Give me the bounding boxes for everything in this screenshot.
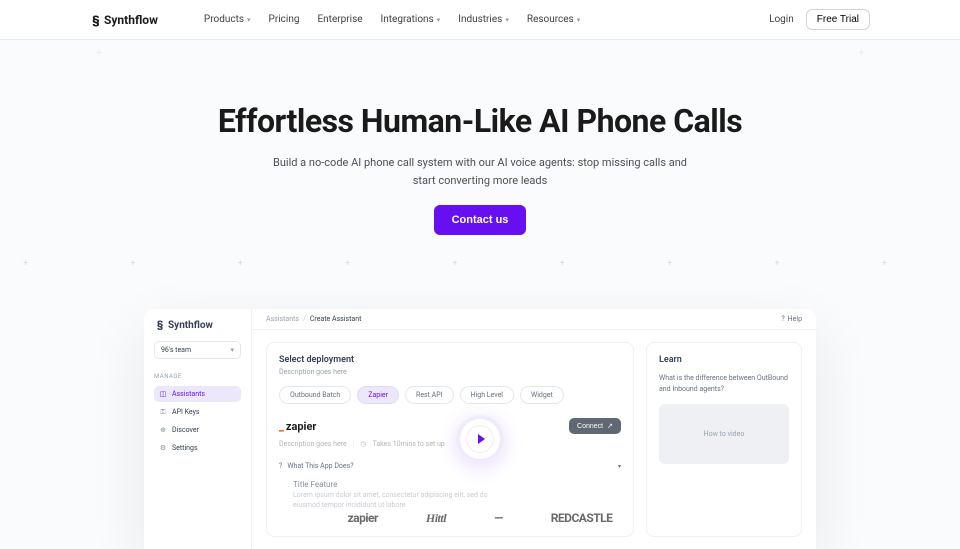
chevron-down-icon: ▾: [247, 16, 251, 24]
logo-mark-icon: §: [90, 14, 102, 26]
chevron-down-icon: ▾: [577, 16, 581, 24]
chevron-down-icon: ▾: [505, 16, 509, 24]
key-icon: ⚿: [159, 408, 167, 416]
nav-item-pricing[interactable]: Pricing: [269, 14, 300, 25]
deployment-pills: Outbound Batch Zapier Rest API High Leve…: [279, 386, 621, 404]
feature-title: Title Feature: [293, 480, 621, 489]
nav-item-products[interactable]: Products▾: [204, 14, 251, 25]
sidebar-item-discover[interactable]: ⊕Discover: [154, 422, 241, 438]
brand-name: Synthflow: [104, 13, 158, 27]
sidebar-item-api-keys[interactable]: ⚿API Keys: [154, 404, 241, 420]
learn-title: Learn: [659, 355, 789, 365]
gear-icon: ⚙: [159, 444, 167, 452]
breadcrumb-separator: /: [303, 315, 306, 323]
sidebar-item-assistants[interactable]: ◫Assistants: [154, 386, 241, 402]
logo-mark-icon: §: [154, 319, 166, 331]
hero-subtitle: Build a no-code AI phone call system wit…: [270, 154, 690, 189]
pill-outbound-batch[interactable]: Outbound Batch: [279, 386, 351, 404]
customer-logos: zapier Hittl — REDCASTLE: [0, 511, 960, 531]
panel-subtitle: Description goes here: [279, 368, 621, 376]
pill-rest-api[interactable]: Rest API: [405, 386, 454, 404]
login-link[interactable]: Login: [769, 14, 794, 25]
provider-meta: Description goes here | ◷ Takes 10mins t…: [279, 440, 621, 448]
top-nav: § Synthflow Products▾ Pricing Enterprise…: [0, 0, 960, 40]
contact-us-button[interactable]: Contact us: [434, 205, 527, 235]
nav-item-resources[interactable]: Resources▾: [527, 14, 580, 25]
discover-icon: ⊕: [159, 426, 167, 434]
accordion-what-app-does[interactable]: ? What This App Does? ▾: [279, 462, 621, 470]
play-icon-circle: [466, 425, 494, 453]
nav-item-enterprise[interactable]: Enterprise: [317, 14, 362, 25]
nav-items: Products▾ Pricing Enterprise Integration…: [204, 14, 580, 25]
divider-dots: + + + + + + + + + + + +: [0, 259, 960, 269]
breadcrumb-root[interactable]: Assistants: [266, 315, 299, 323]
deployment-panel: Select deployment Description goes here …: [266, 342, 634, 537]
sidebar-section-label: Manage: [154, 373, 241, 380]
logo-item: —: [494, 511, 503, 525]
learn-panel: Learn What is the difference between Out…: [646, 342, 802, 537]
chevron-down-icon: ▾: [437, 16, 441, 24]
assistants-icon: ◫: [159, 390, 167, 398]
sidebar-item-settings[interactable]: ⚙Settings: [154, 440, 241, 456]
clock-icon: ◷: [360, 440, 366, 448]
feature-desc: Lorem ipsum dolor sit amet, consectetur …: [293, 491, 493, 511]
hero-title: Effortless Human-Like AI Phone Calls: [0, 102, 960, 140]
logo-item: zapier: [348, 511, 378, 525]
info-icon: ?: [279, 462, 282, 470]
sidebar-nav: ◫Assistants ⚿API Keys ⊕Discover ⚙Setting…: [154, 386, 241, 456]
chevron-down-icon: ▾: [230, 346, 234, 354]
breadcrumb-bar: Assistants / Create Assistant ? Help: [252, 309, 816, 330]
play-icon: [478, 434, 485, 444]
pill-zapier[interactable]: Zapier: [357, 386, 399, 404]
zapier-mark-icon: _: [279, 420, 284, 433]
help-link[interactable]: ? Help: [781, 315, 802, 323]
nav-item-industries[interactable]: Industries▾: [458, 14, 509, 25]
help-icon: ?: [781, 315, 784, 323]
brand-logo[interactable]: § Synthflow: [90, 13, 158, 27]
breadcrumb-current: Create Assistant: [310, 315, 361, 323]
how-to-video[interactable]: How to video: [659, 404, 789, 464]
play-video-button[interactable]: [456, 415, 504, 463]
app-logo[interactable]: § Synthflow: [154, 319, 241, 331]
panel-title: Select deployment: [279, 355, 621, 365]
logo-item: REDCASTLE: [551, 511, 613, 525]
pill-high-level[interactable]: High Level: [460, 386, 514, 404]
external-link-icon: ↗: [607, 422, 613, 430]
feature-block: Title Feature Lorem ipsum dolor sit amet…: [279, 480, 621, 511]
team-selector[interactable]: 96's team ▾: [154, 341, 241, 359]
learn-question: What is the difference between OutBound …: [659, 373, 789, 394]
provider-row: _ zapier Connect ↗: [279, 418, 621, 434]
chevron-down-icon: ▾: [618, 463, 621, 470]
connect-button[interactable]: Connect ↗: [569, 418, 621, 434]
free-trial-button[interactable]: Free Trial: [806, 9, 870, 30]
zapier-logo: _ zapier: [279, 420, 316, 433]
nav-item-integrations[interactable]: Integrations▾: [381, 14, 441, 25]
logo-item: Hittl: [426, 511, 446, 526]
pill-widget[interactable]: Widget: [520, 386, 564, 404]
hero-section: Effortless Human-Like AI Phone Calls Bui…: [0, 40, 960, 309]
nav-right: Login Free Trial: [769, 9, 870, 30]
